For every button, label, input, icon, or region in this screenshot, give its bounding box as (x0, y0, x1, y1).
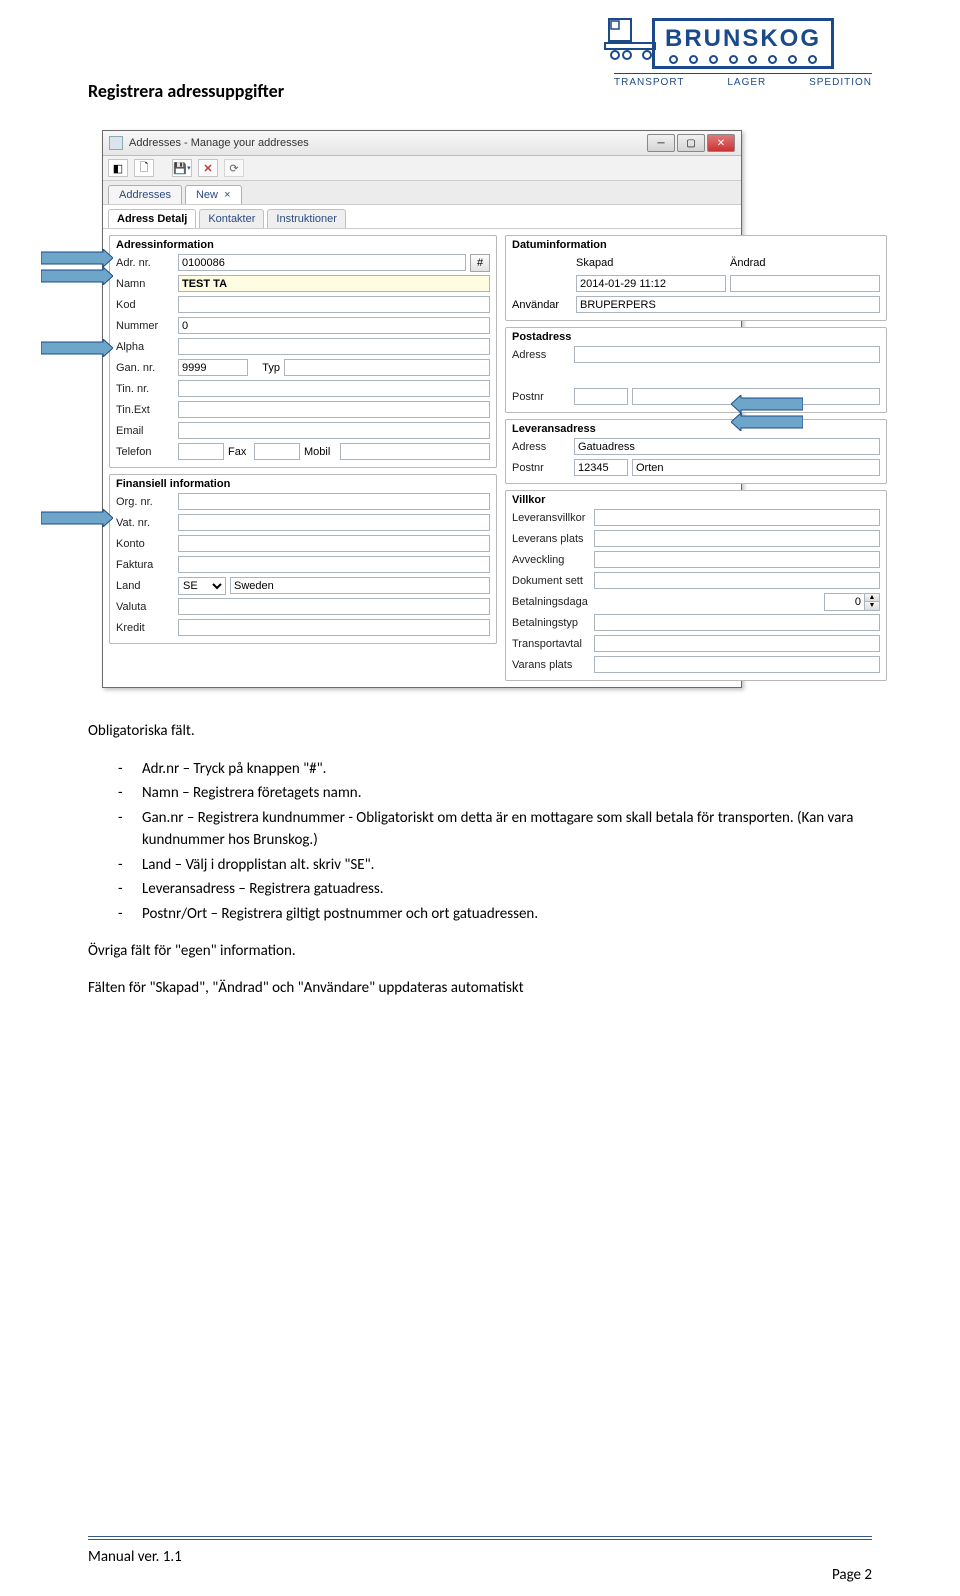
leverans-plats-input[interactable] (594, 530, 880, 547)
save-button[interactable]: 💾▾ (172, 159, 192, 177)
faktura-input[interactable] (178, 556, 490, 573)
footer-rule (88, 1536, 872, 1540)
org-nr-input[interactable] (178, 493, 490, 510)
andrad-input (730, 275, 880, 292)
new-doc-button[interactable]: 🗋 (134, 159, 154, 177)
konto-input[interactable] (178, 535, 490, 552)
tab-addresses[interactable]: Addresses (108, 185, 182, 204)
post-postnr-input[interactable] (574, 388, 628, 405)
nav-back-button[interactable]: ◧ (108, 159, 128, 177)
post-adress-input[interactable] (574, 346, 880, 363)
close-button[interactable]: ✕ (707, 134, 735, 152)
kod-input[interactable] (178, 296, 490, 313)
mobil-input[interactable] (340, 443, 490, 460)
lev-postnr-input[interactable] (574, 459, 628, 476)
app-icon (109, 136, 123, 150)
fax-input[interactable] (254, 443, 300, 460)
gan-nr-input[interactable] (178, 359, 248, 376)
main-tabs: Addresses New × (103, 181, 741, 204)
dokument-sett-input[interactable] (594, 572, 880, 589)
toolbar: ◧ 🗋 💾▾ ✕ ⟳ (103, 156, 741, 181)
tab-new[interactable]: New × (185, 185, 242, 204)
telefon-input[interactable] (178, 443, 224, 460)
truck-icon (603, 13, 657, 61)
nummer-input[interactable] (178, 317, 490, 334)
window-title: Addresses - Manage your addresses (129, 137, 647, 149)
callout-arrow-land (41, 509, 113, 527)
footer-manual-version: Manual ver. 1.1 (88, 1548, 182, 1566)
tin-ext-input[interactable] (178, 401, 490, 418)
lev-ort-input[interactable] (632, 459, 880, 476)
callout-arrow-postnr (731, 413, 803, 431)
typ-input[interactable] (284, 359, 490, 376)
callout-arrow-gannr (41, 339, 113, 357)
group-finansiell: Finansiell information Org. nr. Vat. nr.… (109, 474, 497, 644)
app-window: Addresses - Manage your addresses ─ ▢ ✕ … (102, 130, 742, 688)
brand-logo: BRUNSKOG TRANSPORT LAGER SPEDITION (614, 18, 872, 88)
window-titlebar: Addresses - Manage your addresses ─ ▢ ✕ (103, 131, 741, 156)
skapad-input (576, 275, 726, 292)
leveransvillkor-input[interactable] (594, 509, 880, 526)
group-leveransadress: Leveransadress Adress Postnr (505, 419, 887, 484)
tin-nr-input[interactable] (178, 380, 490, 397)
group-postadress: Postadress Adress Postnr (505, 327, 887, 413)
callout-arrow-adrnr (41, 249, 113, 267)
kredit-input[interactable] (178, 619, 490, 636)
callout-arrow-levadress (731, 395, 803, 413)
subtab-contacts[interactable]: Kontakter (199, 209, 264, 228)
subtab-detail[interactable]: Adress Detalj (108, 209, 196, 228)
avveckling-input[interactable] (594, 551, 880, 568)
adr-nr-input[interactable] (178, 254, 466, 271)
land-select[interactable]: SE (178, 577, 226, 595)
refresh-button[interactable]: ⟳ (224, 159, 244, 177)
valuta-input[interactable] (178, 598, 490, 615)
logo-text: BRUNSKOG (665, 25, 821, 53)
logo-tagline: TRANSPORT LAGER SPEDITION (614, 73, 872, 88)
anvandar-input (576, 296, 880, 313)
lev-adress-input[interactable] (574, 438, 880, 455)
group-datuminformation: Datuminformation Skapad Ändrad Användar (505, 235, 887, 321)
instruction-text: Obligatoriska fält. Adr.nr – Tryck på kn… (88, 720, 872, 999)
document-page: BRUNSKOG TRANSPORT LAGER SPEDITION Regis… (0, 0, 960, 1596)
subtab-instructions[interactable]: Instruktioner (267, 209, 346, 228)
alpha-input[interactable] (178, 338, 490, 355)
callout-arrow-namn (41, 267, 113, 285)
betalningstyp-input[interactable] (594, 614, 880, 631)
group-adressinformation: Adressinformation Adr. nr. # Namn Kod (109, 235, 497, 468)
adr-nr-hash-button[interactable]: # (470, 254, 490, 272)
varans-plats-input[interactable] (594, 656, 880, 673)
email-input[interactable] (178, 422, 490, 439)
namn-input[interactable] (178, 275, 490, 292)
vat-nr-input[interactable] (178, 514, 490, 531)
sub-tabs: Adress Detalj Kontakter Instruktioner (103, 204, 741, 228)
transportavtal-input[interactable] (594, 635, 880, 652)
page-number: Page 2 (832, 1566, 872, 1584)
group-villkor: Villkor Leveransvillkor Leverans plats A… (505, 490, 887, 681)
land-name-input[interactable] (230, 577, 490, 594)
betalningsdagar-spinner[interactable]: 0 ▲▼ (824, 593, 880, 611)
delete-button[interactable]: ✕ (198, 159, 218, 177)
maximize-button[interactable]: ▢ (677, 134, 705, 152)
minimize-button[interactable]: ─ (647, 134, 675, 152)
